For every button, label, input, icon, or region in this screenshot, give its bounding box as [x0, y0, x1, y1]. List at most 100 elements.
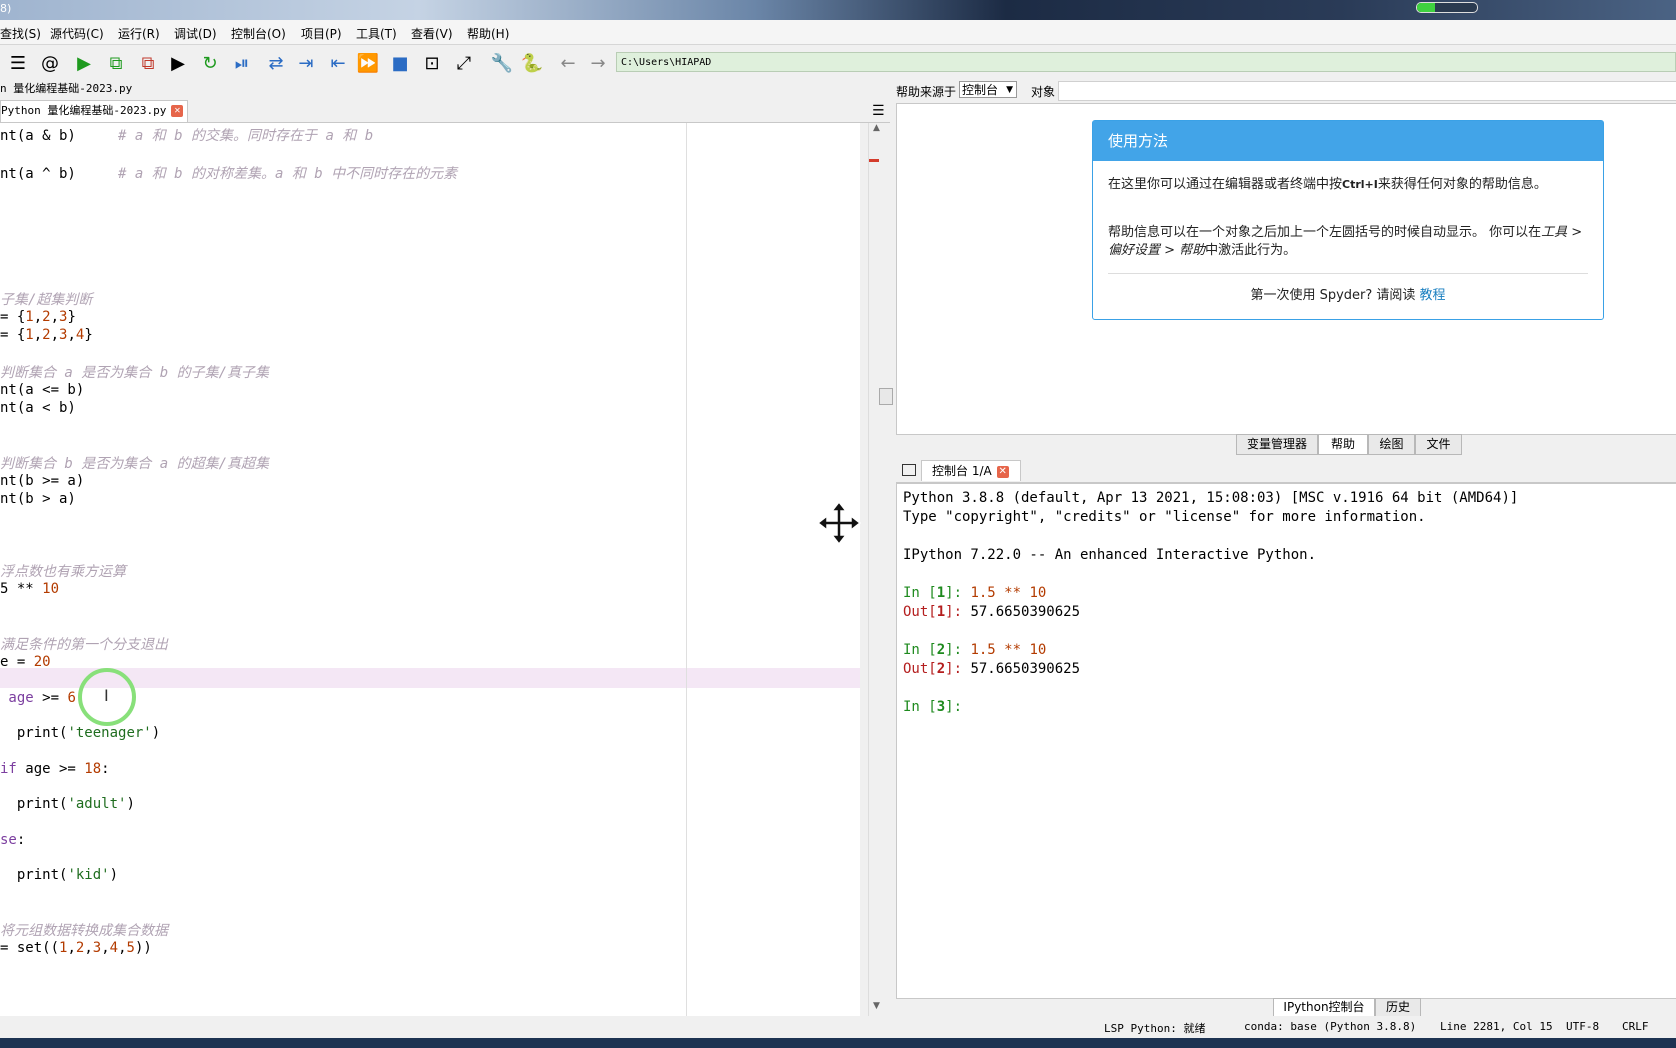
window-title: 8) [0, 2, 12, 15]
stop-icon[interactable]: ■ [388, 51, 412, 75]
code-line: = {1,2,3} [0, 309, 76, 325]
console-input-1: In [1]: 1.5 ** 10 [903, 585, 1047, 601]
code-line: 将元组数据转换成集合数据 [0, 923, 168, 939]
fullscreen-icon[interactable]: ⤢ [452, 51, 476, 75]
editor-file-path: n 量化编程基础-2023.py [0, 82, 133, 95]
tab-ipython-console[interactable]: IPython控制台 [1273, 998, 1375, 1017]
console-prompt[interactable]: In [3]: [903, 699, 962, 715]
help-source-label: 帮助来源于 [896, 85, 957, 99]
code-line: age >= 6: [0, 690, 85, 706]
usage-paragraph-2: 帮助信息可以在一个对象之后加上一个左圆括号的时候自动显示。 你可以在工具 > 偏… [1108, 225, 1583, 258]
editor-tab-label: Python 量化编程基础-2023.py [1, 104, 167, 117]
debug-icon[interactable]: ⏯ [230, 51, 254, 75]
run-icon[interactable]: ▶ [72, 51, 96, 75]
run-cell-icon[interactable]: ⧉ [104, 51, 128, 75]
code-line: = {1,2,3,4} [0, 327, 93, 343]
tutorial-link[interactable]: 教程 [1420, 288, 1446, 303]
menu-view[interactable]: 查看(V) [411, 25, 453, 42]
lsp-status: LSP Python: 就绪 [1104, 1022, 1206, 1035]
menu-run[interactable]: 运行(R) [118, 25, 160, 42]
object-input[interactable] [1058, 81, 1676, 101]
working-directory-field[interactable]: C:\Users\HIAPAD [616, 52, 1676, 72]
code-line: 判断集合 b 是否为集合 a 的超集/真超集 [0, 456, 270, 472]
step-return-icon[interactable]: ⇤ [326, 51, 350, 75]
menu-search[interactable]: 查找(S) [0, 25, 41, 42]
help-pane: 使用方法 在这里你可以通过在编辑器或者终端中按Ctrl+I来获得任何对象的帮助信… [896, 103, 1676, 435]
close-icon[interactable]: ✕ [996, 465, 1009, 478]
editor-tab[interactable]: Python 量化编程基础-2023.py ✕ [0, 100, 189, 122]
code-line: print('kid') [0, 867, 119, 883]
editor-tab-bar: Python 量化编程基础-2023.py ✕ ☰ [0, 98, 890, 123]
rerun-icon[interactable]: ↻ [198, 51, 222, 75]
tab-history[interactable]: 历史 [1375, 998, 1421, 1017]
forward-icon[interactable]: → [586, 51, 610, 75]
console-input-2: In [2]: 1.5 ** 10 [903, 642, 1047, 658]
scroll-down-icon[interactable]: ▼ [873, 1001, 880, 1011]
console-tab-label: 控制台 1/A [932, 464, 992, 478]
menu-source[interactable]: 源代码(C) [50, 25, 104, 42]
ipython-console[interactable]: Python 3.8.8 (default, Apr 13 2021, 15:0… [896, 483, 1676, 999]
console-tab[interactable]: 控制台 1/A ✕ [921, 460, 1021, 481]
maximize-pane-icon[interactable]: ⊡ [420, 51, 444, 75]
continue-icon[interactable]: ⏩ [356, 51, 380, 75]
window-title-bar: 8) [0, 0, 1676, 20]
code-line: nt(a & b) # a 和 b 的交集。同时存在于 a 和 b [0, 128, 374, 144]
editor-scrollbar[interactable]: ▲ ▼ [868, 123, 893, 1016]
help-toolbar: 帮助来源于 控制台 ▼ 对象 [893, 80, 1676, 102]
line-endings: CRLF [1622, 1020, 1649, 1033]
move-icon[interactable] [816, 500, 862, 546]
first-use-text: 第一次使用 Spyder? 请阅读 教程 [1250, 288, 1446, 303]
tab-variable-explorer[interactable]: 变量管理器 [1236, 434, 1318, 455]
menu-debug[interactable]: 调试(D) [174, 25, 217, 42]
edge-line [686, 123, 687, 1016]
console-banner-3: IPython 7.22.0 -- An enhanced Interactiv… [903, 547, 1317, 563]
step-icon[interactable]: ⇄ [264, 51, 288, 75]
python-path-icon[interactable]: 🐍 [520, 51, 544, 75]
run-cell-advance-icon[interactable]: ⧉ [136, 51, 160, 75]
at-icon[interactable]: @ [38, 51, 62, 75]
tab-files[interactable]: 文件 [1415, 434, 1462, 455]
help-source-select[interactable]: 控制台 ▼ [959, 81, 1017, 98]
title-progress-bar [1416, 2, 1478, 13]
wrench-icon[interactable]: 🔧 [490, 51, 514, 75]
code-line: = set((1,2,3,4,5)) [0, 940, 152, 956]
console-output-1: Out[1]: 57.6650390625 [903, 604, 1081, 620]
options-menu-icon[interactable]: ☰ [872, 103, 885, 119]
code-line: se: [0, 832, 26, 848]
usage-card: 使用方法 在这里你可以通过在编辑器或者终端中按Ctrl+I来获得任何对象的帮助信… [1092, 120, 1604, 320]
menu-tools[interactable]: 工具(T) [356, 25, 397, 42]
scroll-up-icon[interactable]: ▲ [873, 123, 880, 133]
cursor-position: Line 2281, Col 15 [1440, 1020, 1553, 1033]
code-line: nt(b >= a) [0, 473, 85, 489]
menu-bar: 查找(S) 源代码(C) 运行(R) 调试(D) 控制台(O) 项目(P) 工具… [0, 20, 1676, 45]
object-label: 对象 [1031, 85, 1056, 99]
code-editor[interactable]: nt(a & b) # a 和 b 的交集。同时存在于 a 和 b nt(a ^ … [0, 123, 860, 1016]
back-icon[interactable]: ← [556, 51, 580, 75]
console-tab-bar: 控制台 1/A ✕ [896, 458, 1676, 483]
tab-help[interactable]: 帮助 [1318, 434, 1368, 455]
list-icon[interactable]: ☰ [6, 51, 30, 75]
tab-plots[interactable]: 绘图 [1368, 434, 1415, 455]
os-taskbar [0, 1038, 1676, 1048]
code-line: 5 ** 10 [0, 581, 60, 597]
warning-marker [869, 159, 879, 162]
usage-card-title: 使用方法 [1093, 121, 1603, 161]
menu-project[interactable]: 项目(P) [301, 25, 342, 42]
main-toolbar: ☰ @ ▶ ⧉ ⧉ ▶ ↻ ⏯ ⇄ ⇥ ⇤ ⏩ ■ ⊡ ⤢ 🔧 🐍 ← → C:… [0, 45, 1676, 80]
scrollbar-thumb[interactable] [879, 388, 893, 405]
step-into-icon[interactable]: ⇥ [294, 51, 318, 75]
conda-status: conda: base (Python 3.8.8) [1244, 1020, 1417, 1033]
menu-help[interactable]: 帮助(H) [467, 25, 509, 42]
code-line: 满足条件的第一个分支退出 [0, 637, 168, 653]
browse-tabs-icon[interactable] [902, 464, 916, 476]
code-line: nt(b > a) [0, 491, 76, 507]
code-line: nt(a ^ b) # a 和 b 的对称差集。a 和 b 中不同时存在的元素 [0, 166, 458, 182]
close-icon[interactable]: ✕ [171, 105, 184, 117]
run-selection-icon[interactable]: ▶ [166, 51, 190, 75]
console-output-2: Out[2]: 57.6650390625 [903, 661, 1081, 677]
code-line: 子集/超集判断 [0, 292, 93, 308]
code-line: if age >= 18: [0, 761, 110, 777]
menu-console[interactable]: 控制台(O) [231, 25, 286, 42]
divider [1108, 273, 1588, 274]
title-progress-fill [1417, 3, 1435, 12]
